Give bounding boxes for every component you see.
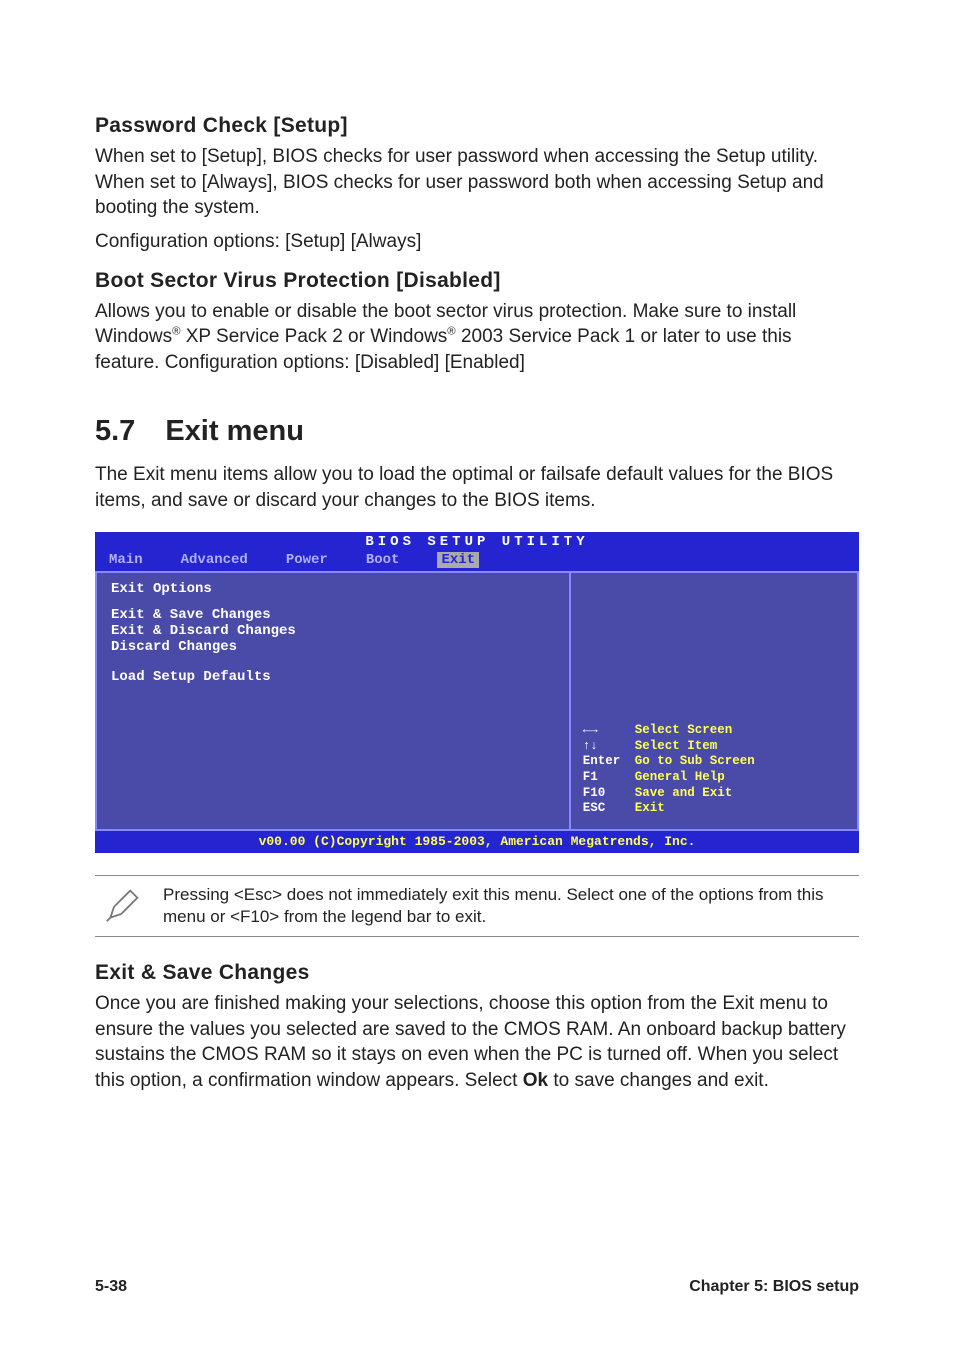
help-key: ↑↓ bbox=[583, 739, 635, 755]
bios-right-panel: ←→Select Screen ↑↓Select Item EnterGo to… bbox=[571, 571, 859, 831]
spacer bbox=[111, 655, 555, 669]
bios-body: Exit Options Exit & Save Changes Exit & … bbox=[95, 571, 859, 831]
help-key: ←→ bbox=[583, 723, 635, 739]
bios-item-defaults[interactable]: Load Setup Defaults bbox=[111, 669, 555, 685]
bios-tab-exit[interactable]: Exit bbox=[437, 552, 479, 568]
help-row: EnterGo to Sub Screen bbox=[583, 754, 849, 770]
bios-item-discard[interactable]: Discard Changes bbox=[111, 639, 555, 655]
bios-title: BIOS SETUP UTILITY bbox=[95, 532, 859, 550]
para-exit-intro: The Exit menu items allow you to load th… bbox=[95, 462, 859, 513]
note-block: Pressing <Esc> does not immediately exit… bbox=[95, 875, 859, 937]
text-part: to save changes and exit. bbox=[548, 1070, 769, 1091]
help-txt: Select Screen bbox=[635, 723, 733, 739]
bios-tab-boot[interactable]: Boot bbox=[366, 552, 400, 568]
bios-tab-bar: Main Advanced Power Boot Exit bbox=[95, 550, 859, 571]
bios-screenshot: BIOS SETUP UTILITY Main Advanced Power B… bbox=[95, 532, 859, 853]
help-key: Enter bbox=[583, 754, 635, 770]
para-password-opts: Configuration options: [Setup] [Always] bbox=[95, 229, 859, 255]
ok-label: Ok bbox=[523, 1070, 548, 1091]
help-key: F10 bbox=[583, 786, 635, 802]
para-boot-sector: Allows you to enable or disable the boot… bbox=[95, 299, 859, 376]
help-row: F1General Help bbox=[583, 770, 849, 786]
section-title: Exit menu bbox=[165, 415, 304, 448]
heading-boot-sector: Boot Sector Virus Protection [Disabled] bbox=[95, 269, 859, 293]
page-footer: 5-38 Chapter 5: BIOS setup bbox=[95, 1278, 859, 1296]
help-txt: Select Item bbox=[635, 739, 718, 755]
section-number: 5.7 bbox=[95, 415, 135, 448]
para-exit-save: Once you are finished making your select… bbox=[95, 991, 859, 1094]
heading-exit-save: Exit & Save Changes bbox=[95, 961, 859, 985]
bios-item-save[interactable]: Exit & Save Changes bbox=[111, 607, 555, 623]
page-number: 5-38 bbox=[95, 1278, 127, 1296]
bios-tab-main[interactable]: Main bbox=[109, 552, 143, 568]
para-password-check: When set to [Setup], BIOS checks for use… bbox=[95, 144, 859, 221]
bios-tab-power[interactable]: Power bbox=[286, 552, 328, 568]
bios-group-title: Exit Options bbox=[111, 581, 555, 597]
chapter-label: Chapter 5: BIOS setup bbox=[689, 1278, 859, 1296]
help-row: ↑↓Select Item bbox=[583, 739, 849, 755]
note-text: Pressing <Esc> does not immediately exit… bbox=[163, 884, 859, 928]
heading-exit-menu: 5.7 Exit menu bbox=[95, 415, 859, 448]
text-part: XP Service Pack 2 or Windows bbox=[180, 326, 447, 347]
reg-mark: ® bbox=[447, 326, 455, 338]
help-row: ESCExit bbox=[583, 801, 849, 817]
bios-item-discard-exit[interactable]: Exit & Discard Changes bbox=[111, 623, 555, 639]
help-key: ESC bbox=[583, 801, 635, 817]
bios-tab-advanced[interactable]: Advanced bbox=[181, 552, 248, 568]
bios-left-panel: Exit Options Exit & Save Changes Exit & … bbox=[95, 571, 571, 831]
help-row: F10Save and Exit bbox=[583, 786, 849, 802]
help-key: F1 bbox=[583, 770, 635, 786]
bios-help-legend: ←→Select Screen ↑↓Select Item EnterGo to… bbox=[583, 723, 849, 817]
pencil-icon bbox=[95, 884, 135, 928]
heading-password-check: Password Check [Setup] bbox=[95, 114, 859, 138]
help-txt: Save and Exit bbox=[635, 786, 733, 802]
help-txt: General Help bbox=[635, 770, 725, 786]
help-txt: Exit bbox=[635, 801, 665, 817]
bios-copyright: v00.00 (C)Copyright 1985-2003, American … bbox=[95, 831, 859, 853]
help-txt: Go to Sub Screen bbox=[635, 754, 755, 770]
help-row: ←→Select Screen bbox=[583, 723, 849, 739]
